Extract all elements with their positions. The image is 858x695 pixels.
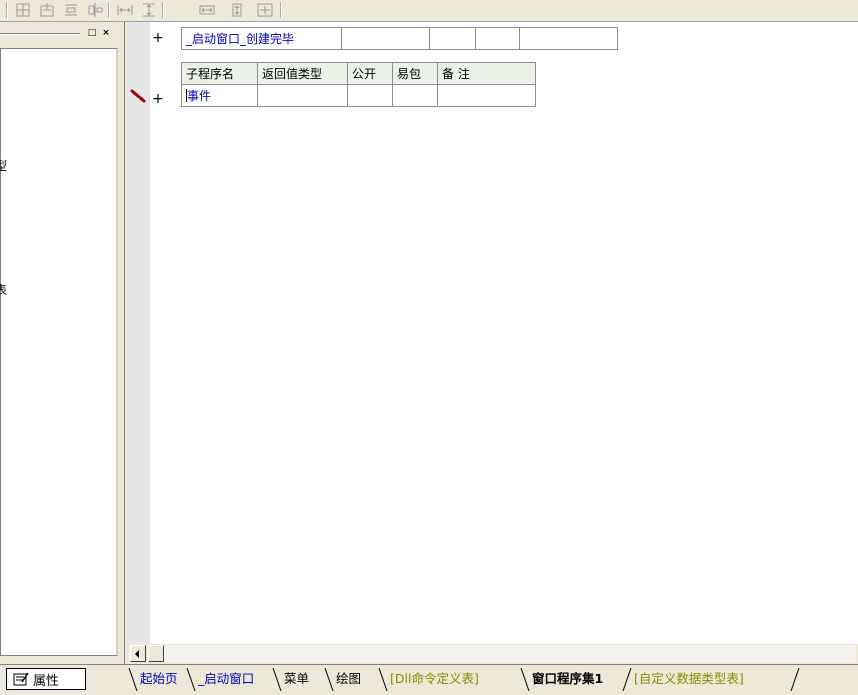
table-cell[interactable] — [437, 84, 536, 107]
same-height-icon[interactable] — [228, 2, 246, 18]
distribute-h-icon[interactable] — [116, 2, 134, 18]
align-left-icon[interactable] — [14, 2, 32, 18]
table-cell[interactable] — [341, 27, 430, 50]
tab-window-program-set[interactable]: 窗口程序集1 — [522, 668, 603, 691]
left-panel-titlebar: □ × — [0, 27, 118, 41]
table-cell[interactable] — [392, 84, 438, 107]
table-cell[interactable] — [347, 84, 393, 107]
properties-icon — [13, 672, 29, 686]
table-header-row: 子程序名 返回值类型 公开 易包 备 注 — [181, 62, 536, 85]
restore-icon[interactable]: □ — [86, 28, 98, 39]
current-line-marker-icon — [130, 88, 150, 104]
program-set-table: _启动窗口_创建完毕 — [181, 27, 618, 50]
toolbar-separator — [6, 2, 8, 18]
col-header: 易包 — [392, 62, 438, 85]
col-header: 子程序名 — [181, 62, 258, 85]
scroll-thumb[interactable] — [148, 645, 164, 662]
align-center-icon[interactable] — [38, 2, 56, 18]
tab-startup-window[interactable]: _启动窗口 — [188, 668, 254, 691]
scroll-left-icon[interactable] — [130, 645, 146, 662]
col-header: 公开 — [347, 62, 393, 85]
horizontal-scrollbar[interactable] — [128, 644, 858, 664]
expand-icon[interactable]: + — [151, 30, 165, 46]
align-toolbar — [0, 0, 858, 22]
same-size-icon[interactable] — [256, 2, 274, 18]
tab-drawing[interactable]: 绘图 — [326, 668, 361, 691]
left-panel-content[interactable]: 型 表 — [0, 48, 118, 656]
table-cell[interactable] — [519, 27, 618, 50]
editor-gutter — [128, 22, 150, 644]
properties-button[interactable]: 属性 — [6, 668, 86, 690]
toolbar-separator — [108, 2, 110, 18]
table-cell[interactable] — [429, 27, 476, 50]
subroutine-name: 事件 — [187, 89, 212, 103]
toolbar-separator — [162, 2, 164, 18]
col-header: 备 注 — [437, 62, 536, 85]
table-cell[interactable] — [257, 84, 348, 107]
left-panel-text: 表 — [0, 283, 8, 297]
panel-grip — [0, 33, 80, 35]
align-right-icon[interactable] — [62, 2, 80, 18]
program-set-name[interactable]: _启动窗口_创建完毕 — [181, 27, 342, 50]
scroll-track[interactable] — [148, 645, 856, 662]
col-header: 返回值类型 — [257, 62, 348, 85]
expand-icon[interactable]: + — [151, 91, 165, 107]
tab-separator — [790, 668, 800, 692]
subroutine-table: 子程序名 返回值类型 公开 易包 备 注 事件 — [181, 62, 536, 107]
tab-dll-commands[interactable]: [Dll命令定义表] — [380, 668, 479, 691]
tab-menu[interactable]: 菜单 — [274, 668, 309, 691]
table-row: 事件 — [181, 84, 536, 107]
toolbar-separator — [280, 2, 282, 18]
left-panel-text: 型 — [0, 159, 8, 173]
tab-custom-data-types[interactable]: [自定义数据类型表] — [624, 668, 744, 691]
same-width-icon[interactable] — [198, 2, 216, 18]
align-top-icon[interactable] — [86, 2, 104, 18]
close-icon[interactable]: × — [100, 28, 112, 39]
subroutine-name-cell[interactable]: 事件 — [181, 84, 258, 107]
tab-start-page[interactable]: 起始页 — [130, 668, 178, 691]
code-editor[interactable] — [150, 22, 858, 644]
table-cell[interactable] — [475, 27, 520, 50]
properties-label: 属性 — [33, 673, 60, 689]
left-panel: □ × 型 表 — [0, 22, 124, 664]
distribute-v-icon[interactable] — [140, 2, 158, 18]
